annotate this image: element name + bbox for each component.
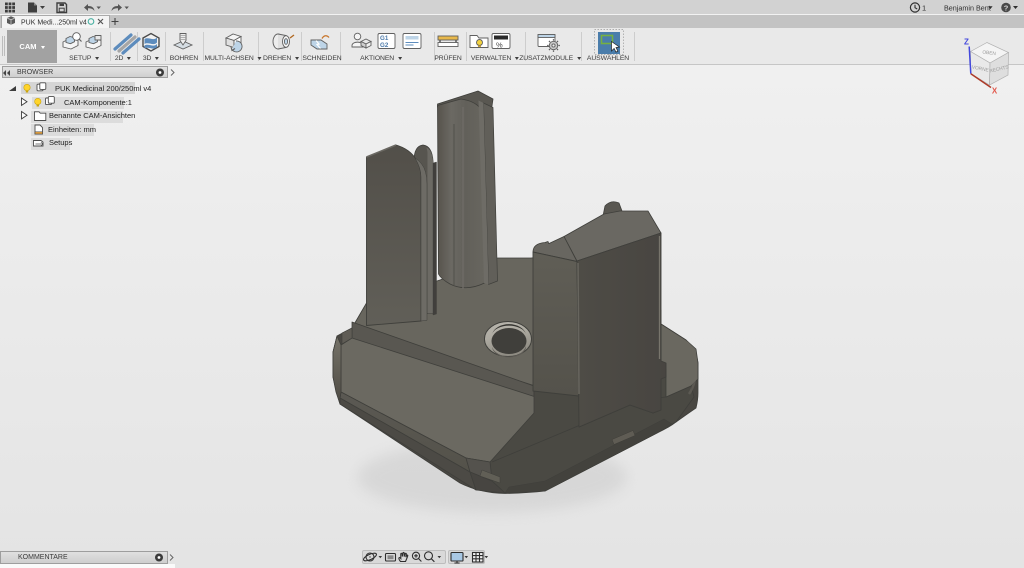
svg-text:Z: Z: [964, 38, 969, 47]
svg-text:X: X: [992, 87, 998, 96]
